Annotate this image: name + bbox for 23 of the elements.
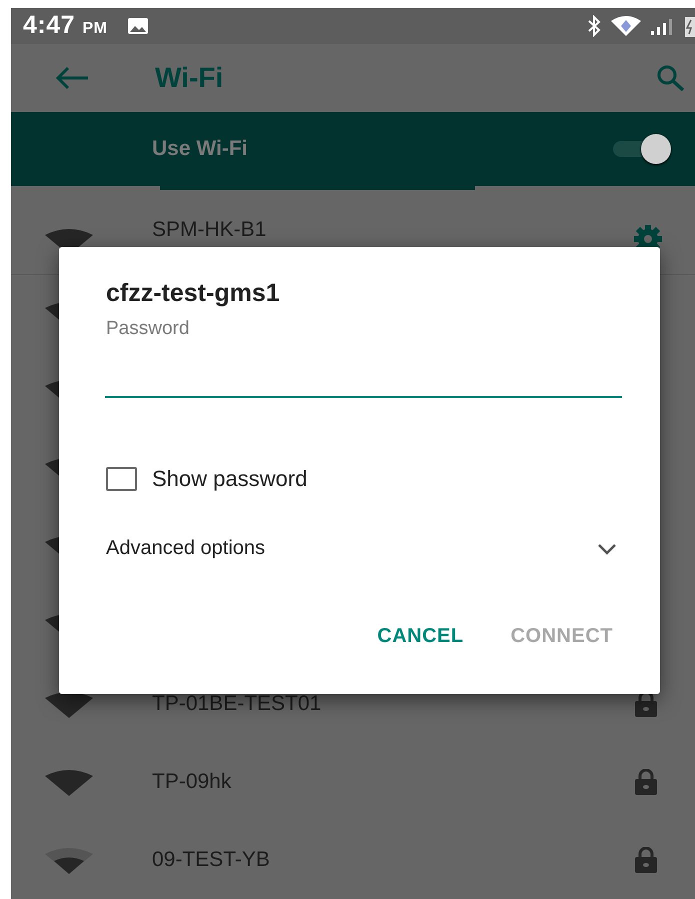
- advanced-options-toggle[interactable]: Advanced options: [106, 537, 622, 560]
- network-name: SPM-HK-B1: [152, 218, 266, 242]
- screen-title: Wi-Fi: [155, 62, 224, 94]
- cell-signal-icon: [651, 16, 675, 35]
- dialog-title: cfzz-test-gms1: [106, 279, 281, 308]
- lock-icon: [634, 691, 658, 717]
- search-icon: [657, 64, 685, 91]
- lock-icon: [634, 847, 658, 873]
- status-time: 4:47 PM: [23, 11, 108, 40]
- network-name: TP-09hk: [152, 770, 232, 794]
- lock-icon: [634, 769, 658, 795]
- dialog-action-button[interactable]: CANCEL: [377, 625, 464, 648]
- back-arrow-icon: [55, 66, 89, 90]
- checkbox[interactable]: [106, 467, 137, 491]
- use-wifi-label: Use Wi-Fi: [152, 137, 248, 161]
- chevron-icon: [597, 542, 617, 554]
- password-label: Password: [106, 318, 190, 340]
- network-name: TP-01BE-TEST01: [152, 692, 322, 716]
- network-name: 09-TEST-YB: [152, 848, 270, 872]
- show-password-label: Show password: [152, 466, 308, 492]
- wifi-status-icon: [611, 16, 641, 36]
- bluetooth-icon: [587, 14, 601, 37]
- image-notification-icon: [127, 16, 150, 35]
